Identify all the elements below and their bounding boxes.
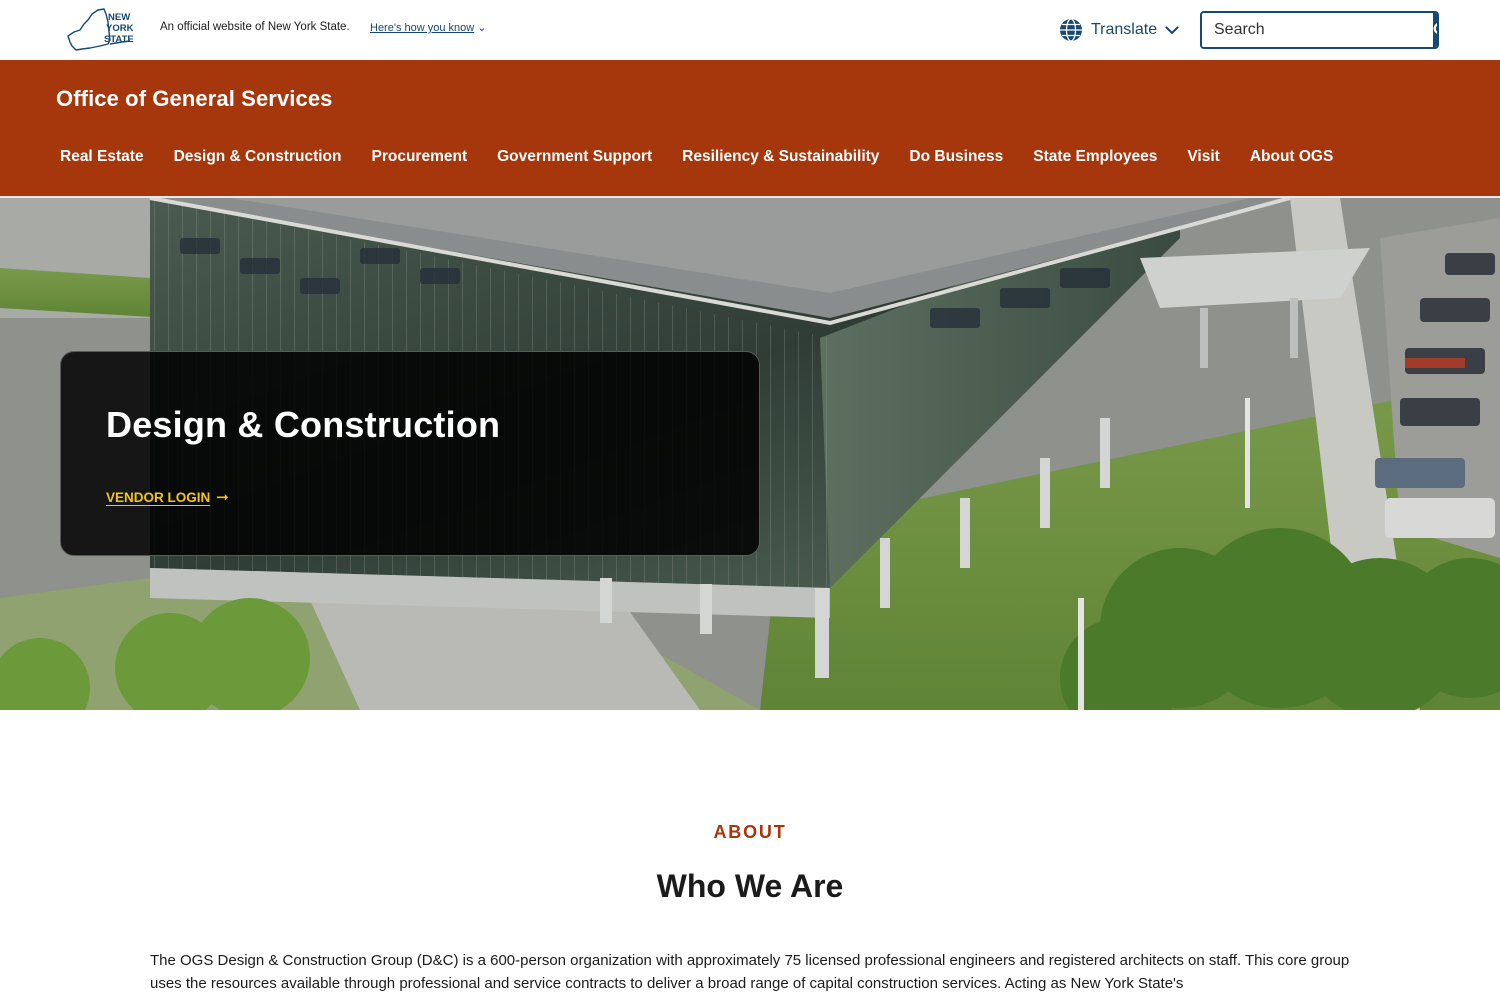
section-eyebrow: ABOUT [713,822,787,842]
official-site-text: An official website of New York State. [160,21,350,33]
about-paragraph: The OGS Design & Construction Group (D&C… [150,952,1350,992]
nav-item-government-support[interactable]: Government Support [497,148,652,166]
how-you-know-label: Here's how you know [370,22,475,34]
nav-item-do-business[interactable]: Do Business [909,148,1003,166]
logo-text-new: NEW [108,12,130,23]
main-nav: Real Estate Design & Construction Procur… [60,148,1363,166]
search-input[interactable] [1202,13,1433,47]
search-icon [1433,23,1437,34]
search-form [1200,11,1439,49]
hero-title: Design & Construction [106,404,501,445]
vendor-login-label: VENDOR LOGIN [106,489,211,505]
universal-header: NEW YORK STATE An official website of Ne… [0,0,1500,60]
nav-item-state-employees[interactable]: State Employees [1033,148,1157,166]
nav-item-design-construction[interactable]: Design & Construction [174,148,342,166]
chevron-down-icon [1165,26,1179,35]
how-you-know-link[interactable]: Here's how you know ⌄ [370,21,486,34]
nys-logo[interactable]: NEW YORK STATE [64,6,144,54]
hero: Design & Construction VENDOR LOGIN ➞ [0,198,1500,710]
logo-text-york: YORK [106,23,134,34]
arrow-right-icon: ➞ [216,489,229,506]
translate-label: Translate [1091,21,1158,38]
chevron-down-icon: ⌄ [477,22,487,34]
agency-banner: Office of General Services Real Estate D… [0,60,1500,198]
nav-item-resiliency-sustainability[interactable]: Resiliency & Sustainability [682,148,879,166]
search-button[interactable] [1433,13,1437,47]
agency-name[interactable]: Office of General Services [56,86,333,112]
hero-card: Design & Construction VENDOR LOGIN ➞ [60,351,760,556]
nav-item-about-ogs[interactable]: About OGS [1250,148,1334,166]
logo-text-state: STATE [104,34,134,45]
nav-item-visit[interactable]: Visit [1187,148,1219,166]
vendor-login-link[interactable]: VENDOR LOGIN ➞ [106,488,229,506]
translate-button[interactable]: Translate [1059,16,1187,44]
section-title: Who We Are [656,868,844,904]
globe-icon [1060,18,1082,42]
nav-item-real-estate[interactable]: Real Estate [60,148,144,166]
nav-item-procurement[interactable]: Procurement [372,148,468,166]
